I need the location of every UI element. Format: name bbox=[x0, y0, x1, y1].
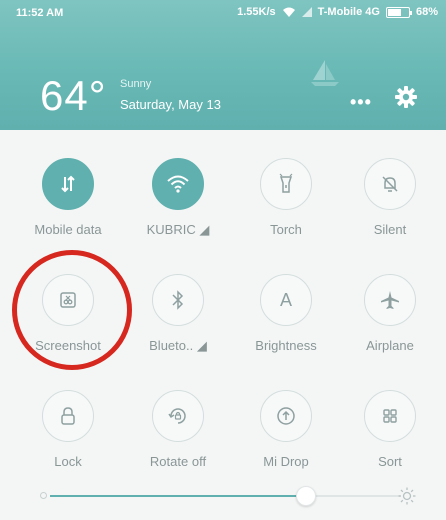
toggle-brightness[interactable]: A Brightness bbox=[236, 274, 336, 384]
gear-icon[interactable] bbox=[395, 86, 417, 108]
toggle-label: Torch bbox=[270, 222, 302, 237]
brightness-low-icon bbox=[40, 492, 47, 499]
lock-icon bbox=[61, 407, 75, 425]
wifi-icon bbox=[282, 7, 295, 17]
slider-fill bbox=[50, 495, 306, 497]
brightness-slider[interactable] bbox=[40, 486, 416, 506]
toggle-torch[interactable]: Torch bbox=[236, 158, 336, 268]
slider-knob[interactable] bbox=[295, 486, 316, 506]
toggle-circle bbox=[42, 390, 94, 442]
brightness-high-icon bbox=[398, 487, 416, 505]
toggle-label: Sort bbox=[378, 454, 402, 469]
battery-percent: 68% bbox=[415, 6, 438, 18]
toggle-mi-drop[interactable]: Mi Drop bbox=[236, 390, 336, 500]
sailboat-icon bbox=[311, 60, 339, 86]
toggle-bluetooth[interactable]: Blueto.. ◢ bbox=[128, 274, 228, 384]
status-right: 1.55K/s T-Mobile 4G 68% bbox=[237, 6, 438, 18]
wifi-icon bbox=[167, 175, 189, 193]
toggle-label: Mobile data bbox=[34, 222, 102, 237]
toggle-label: Mi Drop bbox=[263, 454, 309, 469]
carrier-name: T-Mobile 4G bbox=[317, 6, 380, 18]
toggle-label: Blueto.. ◢ bbox=[149, 338, 207, 353]
rotate-icon bbox=[168, 408, 186, 424]
brightness-icon: A bbox=[279, 289, 292, 310]
battery-fill bbox=[387, 8, 401, 16]
signal-icon bbox=[301, 7, 312, 17]
status-bar: 11:52 AM 1.55K/s T-Mobile 4G 68% bbox=[0, 0, 446, 26]
toggle-lock[interactable]: Lock bbox=[18, 390, 118, 500]
temperature: 64° bbox=[40, 72, 107, 119]
airplane-icon bbox=[381, 291, 399, 309]
toggle-circle bbox=[152, 158, 204, 210]
toggle-label: Brightness bbox=[255, 338, 317, 353]
torch-icon bbox=[279, 173, 293, 193]
silent-icon bbox=[382, 176, 398, 192]
toggle-label: KUBRIC ◢ bbox=[146, 222, 210, 237]
mi-drop-icon bbox=[277, 407, 295, 425]
status-time: 11:52 AM bbox=[16, 7, 64, 19]
bluetooth-icon bbox=[172, 290, 184, 310]
network-speed: 1.55K/s bbox=[237, 6, 276, 18]
toggle-circle bbox=[364, 274, 416, 326]
toggle-sort[interactable]: Sort bbox=[340, 390, 440, 500]
toggle-label: Airplane bbox=[366, 338, 414, 353]
toggle-label: Rotate off bbox=[149, 454, 207, 469]
toggle-silent[interactable]: Silent bbox=[340, 158, 440, 268]
toggle-rotate[interactable]: Rotate off bbox=[128, 390, 228, 500]
toggle-label: Silent bbox=[373, 222, 407, 237]
toggle-wifi[interactable]: KUBRIC ◢ bbox=[128, 158, 228, 268]
notification-header: 11:52 AM 1.55K/s T-Mobile 4G 68% 64° Sun… bbox=[0, 0, 446, 130]
toggle-airplane[interactable]: Airplane bbox=[340, 274, 440, 384]
toggle-circle: A bbox=[260, 274, 312, 326]
toggle-label: Lock bbox=[54, 454, 82, 469]
toggle-circle bbox=[152, 390, 204, 442]
battery-icon bbox=[385, 6, 412, 18]
highlight-ring bbox=[12, 250, 132, 370]
toggle-circle bbox=[152, 274, 204, 326]
mobile-data-icon bbox=[61, 175, 75, 193]
toggle-circle bbox=[260, 158, 312, 210]
weather-condition: Sunny bbox=[120, 78, 152, 90]
more-button[interactable]: ••• bbox=[350, 92, 372, 113]
toggle-circle bbox=[260, 390, 312, 442]
weather-date: Saturday, May 13 bbox=[120, 97, 221, 112]
toggle-circle bbox=[364, 390, 416, 442]
toggle-circle bbox=[364, 158, 416, 210]
toggle-circle bbox=[42, 158, 94, 210]
sort-icon bbox=[383, 409, 397, 423]
